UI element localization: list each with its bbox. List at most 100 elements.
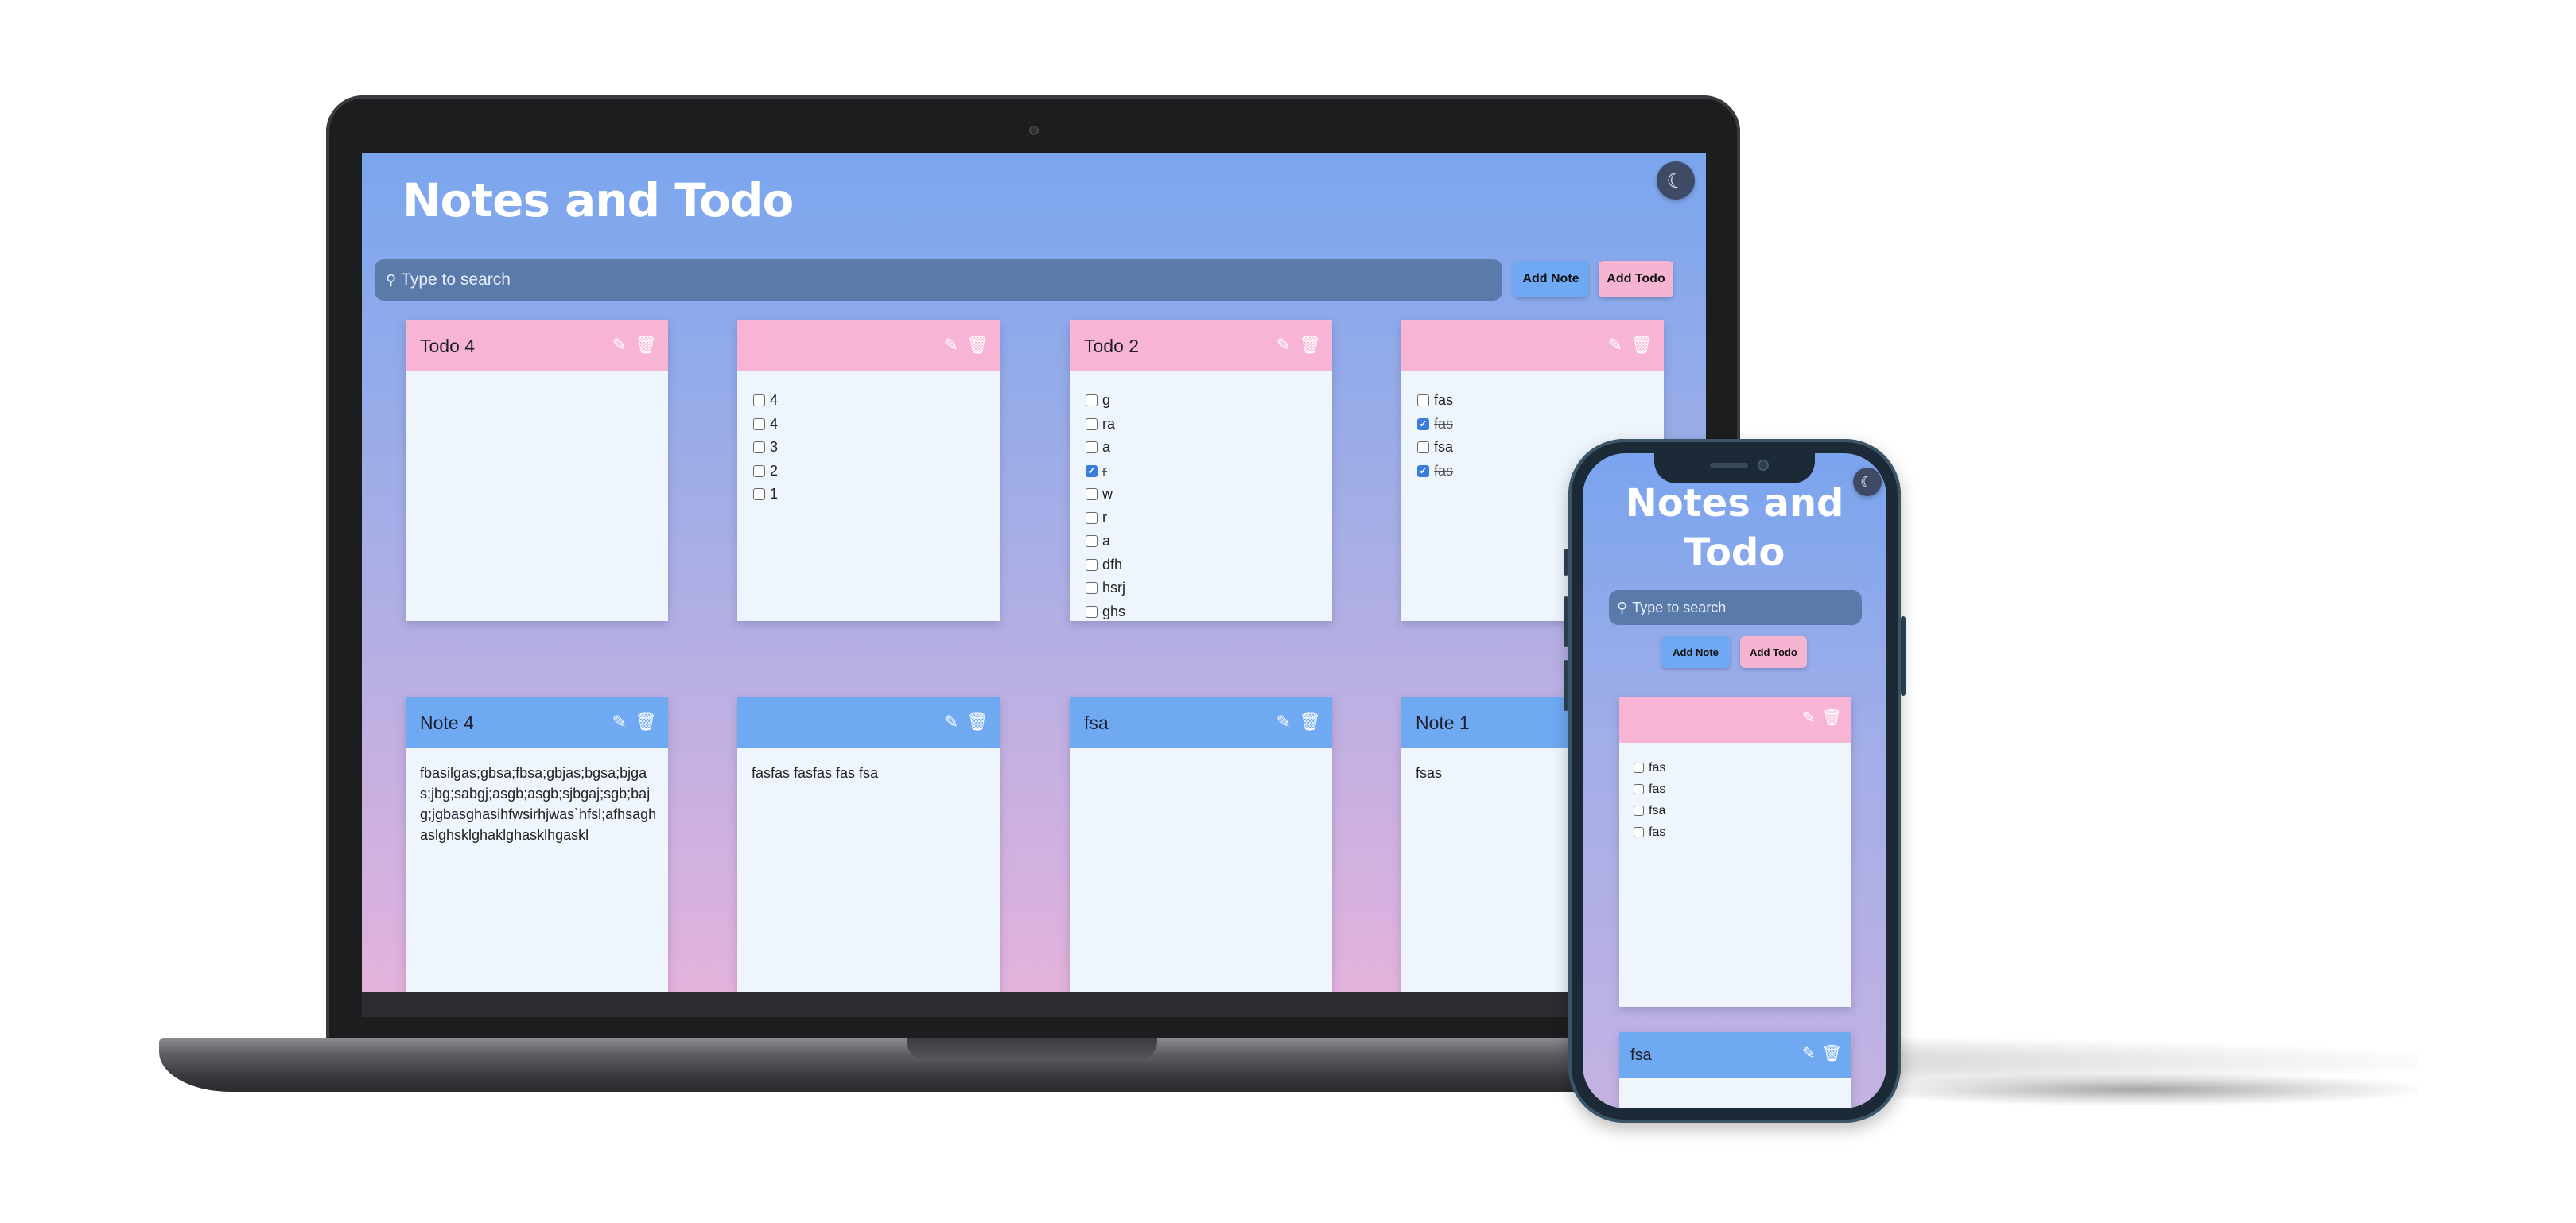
trash-icon[interactable]: 🗑 [1299, 335, 1321, 355]
trash-icon[interactable]: 🗑 [966, 335, 989, 355]
todo-item: fas [1417, 413, 1656, 437]
search-icon: ⚲ [1617, 599, 1628, 615]
edit-icon[interactable]: ✎ [1608, 335, 1622, 355]
todo-checkbox[interactable] [1634, 806, 1644, 816]
todo-text: fas [1434, 392, 1454, 409]
edit-icon[interactable]: ✎ [944, 712, 958, 732]
todo-checkbox[interactable] [1417, 441, 1429, 454]
todo-text: w [1102, 486, 1113, 503]
todo-card[interactable]: ✎ 🗑 4 4 3 2 1 [737, 320, 1000, 621]
todo-text: r [1102, 509, 1107, 526]
card-header: Note 4 ✎ 🗑 [406, 697, 668, 748]
todo-text: fas [1434, 415, 1454, 432]
edit-icon[interactable]: ✎ [944, 335, 958, 355]
todo-item: a [1086, 530, 1324, 553]
todo-list: graarwradfhhsrjghsf [1086, 389, 1324, 621]
note-card[interactable]: Note 4 ✎ 🗑 fbasilgas;gbsa;fbsa;gbjas;bgsa;b… [406, 697, 668, 992]
todo-item: fas [1634, 778, 1844, 800]
todo-text: fas [1649, 782, 1666, 796]
todo-text: 4 [770, 415, 779, 432]
todo-checkbox[interactable] [1086, 488, 1098, 501]
trash-icon[interactable]: 🗑 [635, 335, 657, 355]
phone-notch [1654, 453, 1815, 483]
todo-card[interactable]: Todo 4 ✎ 🗑 [406, 320, 668, 621]
edit-icon[interactable]: ✎ [612, 335, 627, 355]
trash-icon[interactable]: 🗑 [966, 712, 989, 732]
todo-checkbox[interactable] [753, 394, 765, 407]
laptop-hinge-notch [907, 1038, 1157, 1060]
todo-card[interactable]: Todo 2✎🗑graarwradfhhsrjghsf [1070, 320, 1332, 621]
todo-checkbox[interactable] [753, 441, 765, 454]
note-card[interactable]: fsa ✎ 🗑 [1070, 697, 1332, 992]
todo-checkbox[interactable] [1634, 827, 1644, 837]
todo-item: fsa [1634, 800, 1844, 821]
todo-checkbox[interactable] [1086, 535, 1098, 548]
card-header: Todo 4 ✎ 🗑 [406, 320, 668, 371]
todo-checkbox[interactable] [753, 488, 765, 501]
edit-icon[interactable]: ✎ [1276, 712, 1291, 732]
trash-icon[interactable]: 🗑 [1630, 335, 1653, 355]
search-input[interactable]: ⚲ Type to search [375, 259, 1502, 301]
todo-checkbox[interactable] [1086, 582, 1098, 595]
todo-item: ra [1086, 413, 1324, 437]
todo-item: dfh [1086, 553, 1324, 577]
search-placeholder: Type to search [1632, 599, 1727, 615]
todo-checkbox[interactable] [1417, 417, 1429, 430]
theme-toggle-button[interactable]: ☾ [1657, 161, 1695, 200]
todo-checkbox[interactable] [1634, 763, 1644, 773]
trash-icon[interactable]: 🗑 [635, 712, 657, 732]
todo-checkbox[interactable] [1417, 394, 1429, 407]
todo-checkbox[interactable] [1086, 605, 1098, 618]
todo-list: 4 4 3 2 1 [753, 389, 992, 507]
note-card[interactable]: fsa ✎ 🗑 [1619, 1032, 1851, 1108]
todo-checkbox[interactable] [1086, 417, 1098, 430]
phone-add-note-button[interactable]: Add Note [1661, 636, 1730, 668]
todo-checkbox[interactable] [1086, 464, 1098, 477]
todo-checkbox[interactable] [753, 464, 765, 477]
todo-text: fas [1649, 825, 1666, 839]
edit-icon[interactable]: ✎ [1802, 708, 1816, 728]
note-card[interactable]: ✎ 🗑 fasfas fasfas fas fsa [737, 697, 1000, 992]
todo-text: 2 [770, 462, 779, 479]
todo-checkbox[interactable] [1086, 558, 1098, 571]
phone-search-input[interactable]: ⚲ Type to search [1609, 590, 1862, 625]
trash-icon[interactable]: 🗑 [1822, 1043, 1842, 1064]
card-header: ✎ 🗑 [737, 697, 1000, 748]
phone-volume-down [1564, 660, 1568, 711]
todo-text: hsrj [1102, 580, 1126, 596]
trash-icon[interactable]: 🗑 [1299, 712, 1321, 732]
laptop-screen: Notes and Todo ☾ ⚲ Type to search Add No… [362, 153, 1706, 992]
trash-icon[interactable]: 🗑 [1822, 708, 1842, 728]
phone-shadow [1861, 1074, 2418, 1105]
todo-checkbox[interactable] [1086, 441, 1098, 454]
todo-checkbox[interactable] [1086, 511, 1098, 524]
todo-text: 1 [770, 486, 779, 503]
phone-theme-toggle-button[interactable]: ☾ [1853, 468, 1882, 496]
card-header: ✎ 🗑 [1619, 697, 1851, 743]
edit-icon[interactable]: ✎ [1802, 1043, 1816, 1064]
card-actions: ✎🗑 [612, 712, 657, 732]
add-todo-button[interactable]: Add Todo [1599, 261, 1673, 297]
edit-icon[interactable]: ✎ [1276, 335, 1291, 355]
todo-item: fas [1634, 757, 1844, 778]
todo-text: ra [1102, 415, 1116, 432]
todo-text: a [1102, 533, 1111, 549]
phone-power-button [1901, 616, 1906, 696]
card-title: fsa [1630, 1046, 1652, 1064]
card-actions: ✎🗑 [1276, 712, 1321, 732]
phone-add-todo-button[interactable]: Add Todo [1740, 636, 1807, 668]
todo-text: g [1102, 392, 1111, 409]
edit-icon[interactable]: ✎ [612, 712, 627, 732]
add-note-button[interactable]: Add Note [1513, 261, 1588, 297]
todo-checkbox[interactable] [1634, 784, 1644, 794]
todo-card[interactable]: ✎🗑fasfasfsafas [1619, 697, 1851, 1007]
todo-checkbox[interactable] [1086, 394, 1098, 407]
todo-checkbox[interactable] [753, 417, 765, 430]
todo-item: w [1086, 483, 1324, 507]
card-actions: ✎🗑 [612, 335, 657, 355]
card-header: Todo 2 ✎ 🗑 [1070, 320, 1332, 371]
todo-list: fas fas fsa fas [1634, 757, 1844, 843]
search-placeholder: Type to search [401, 270, 511, 289]
todo-item: 1 [753, 483, 992, 507]
todo-checkbox[interactable] [1417, 464, 1429, 477]
